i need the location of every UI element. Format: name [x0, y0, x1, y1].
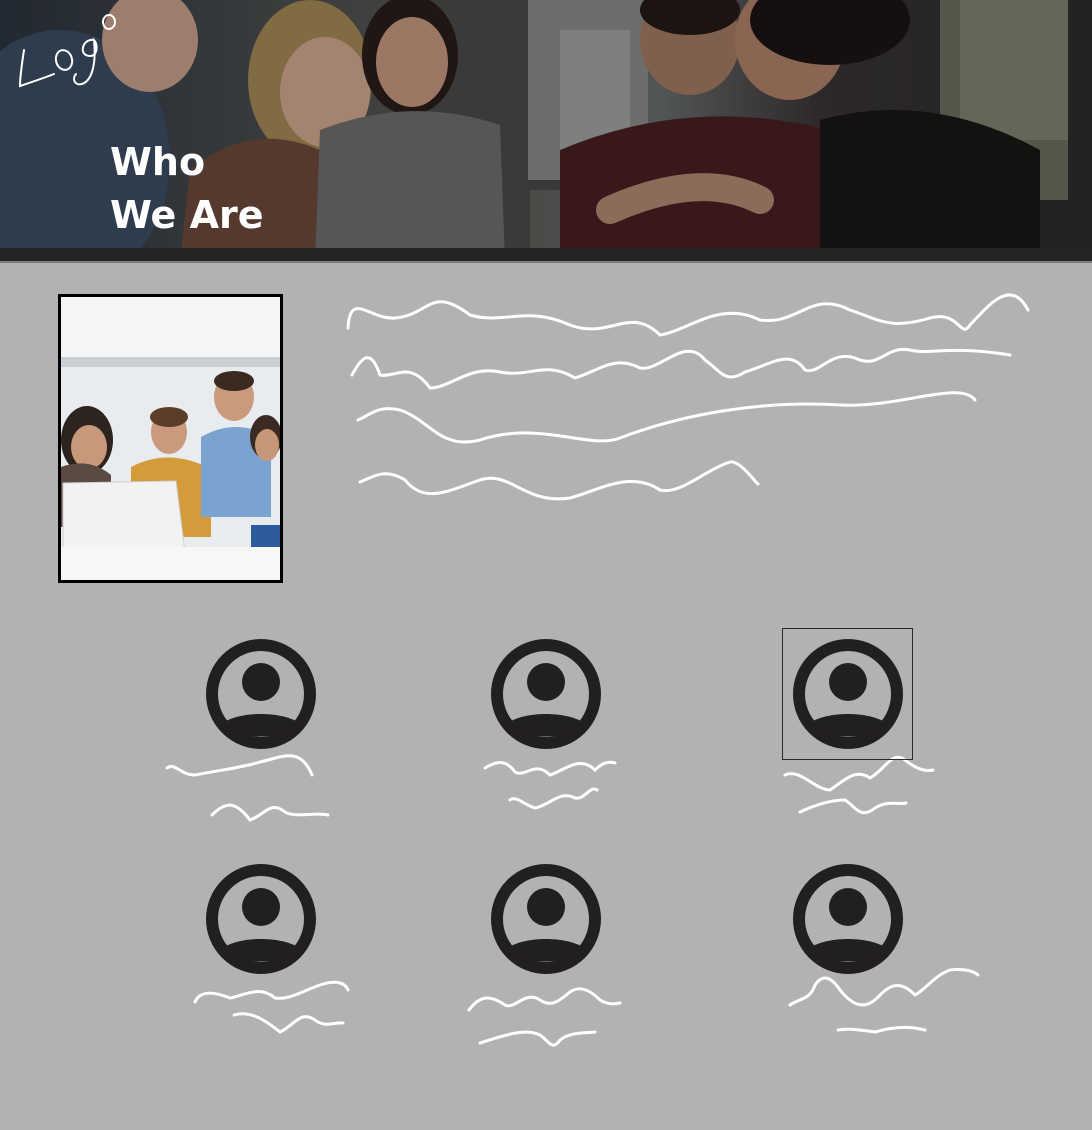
team-member-3-avatar-icon[interactable] [792, 638, 904, 750]
page-title-line-1: Who [110, 140, 206, 184]
team-member-1-avatar-icon[interactable] [205, 638, 317, 750]
logo-scribble-icon[interactable] [12, 8, 122, 98]
team-member-6-avatar-icon[interactable] [792, 863, 904, 975]
page-title-line-2: We Are [110, 193, 264, 237]
team-member-2-avatar-icon[interactable] [490, 638, 602, 750]
hero-banner: Who We Are [0, 0, 1092, 263]
featured-photo [58, 294, 283, 583]
who-we-are-page: Who We Are [0, 0, 1092, 1130]
team-member-5-avatar-icon[interactable] [490, 863, 602, 975]
team-member-4-avatar-icon[interactable] [205, 863, 317, 975]
page-title: Who We Are [110, 136, 263, 242]
